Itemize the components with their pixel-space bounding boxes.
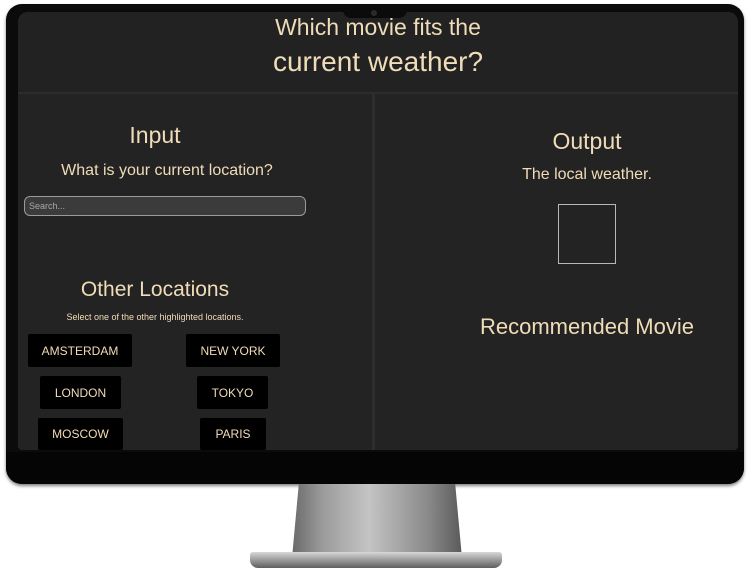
output-heading: Output	[552, 128, 622, 154]
page-header: Which movie fits the current weather?	[18, 12, 738, 94]
camera-notch	[343, 8, 407, 18]
location-button-london[interactable]: LONDON	[40, 376, 121, 409]
page-title-line1: Which movie fits the	[275, 14, 481, 40]
input-panel: Input What is your current location? Oth…	[18, 94, 375, 450]
output-panel: Output The local weather. Recommended Mo…	[377, 94, 738, 450]
location-question: What is your current location?	[61, 162, 273, 179]
location-button-tokyo[interactable]: TOKYO	[197, 376, 268, 409]
other-locations-hint: Select one of the other highlighted loca…	[66, 312, 244, 322]
monitor-stand-neck	[292, 484, 462, 558]
monitor-chin	[6, 452, 744, 484]
search-input[interactable]	[24, 196, 306, 216]
input-heading: Input	[129, 122, 181, 148]
page-title-line2: current weather?	[272, 46, 484, 77]
weather-icon-box	[558, 204, 616, 264]
location-button-moscow[interactable]: MOSCOW	[38, 418, 123, 450]
local-weather-label: The local weather.	[522, 166, 652, 183]
screen: Which movie fits the current weather? In…	[18, 12, 738, 450]
location-button-amsterdam[interactable]: AMSTERDAM	[28, 334, 132, 367]
camera-icon	[371, 10, 377, 16]
monitor-stand-base	[250, 552, 502, 568]
location-button-paris[interactable]: PARIS	[200, 418, 266, 450]
location-button-new-york[interactable]: NEW YORK	[186, 334, 280, 367]
other-locations-heading: Other Locations	[80, 278, 230, 301]
recommended-movie-heading: Recommended Movie	[480, 314, 694, 339]
